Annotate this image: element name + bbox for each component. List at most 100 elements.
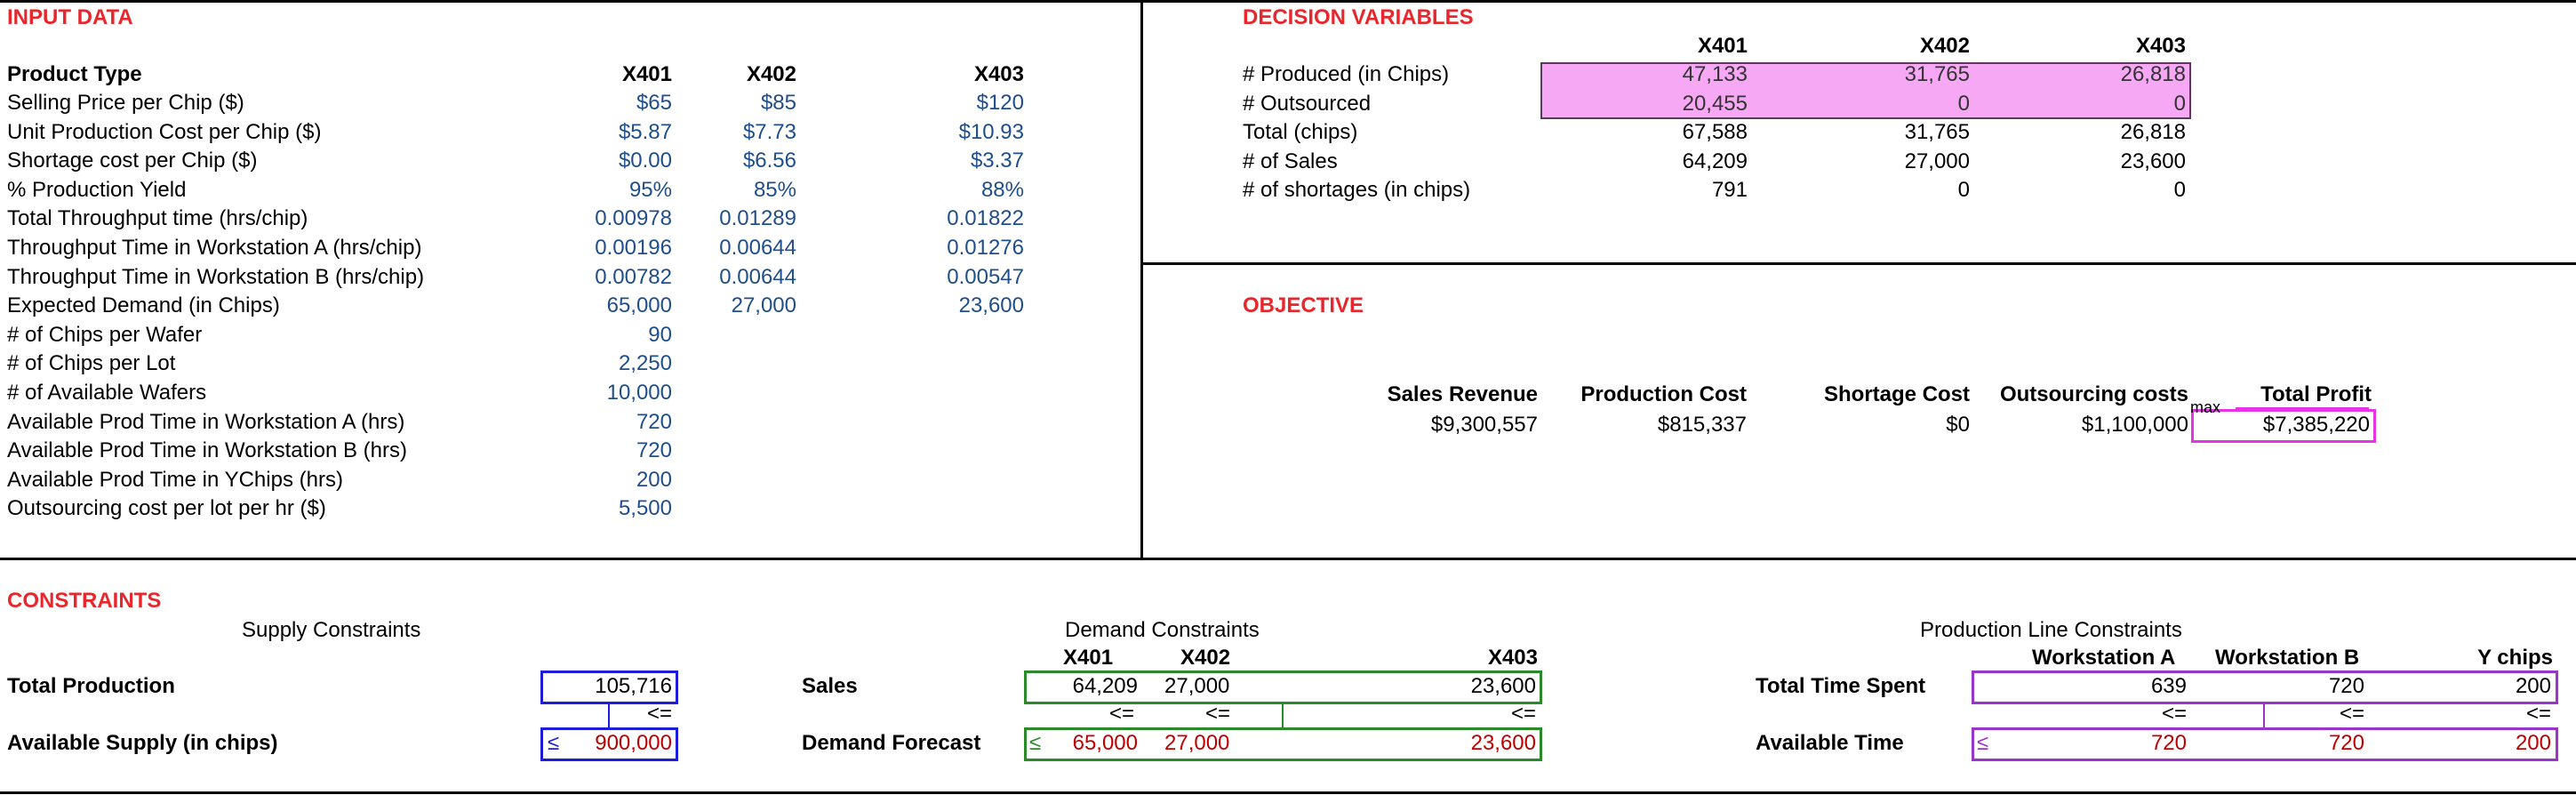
decision-row-value[interactable]: 26,818 bbox=[2092, 62, 2186, 87]
input-row-value[interactable]: 23,600 bbox=[924, 293, 1024, 318]
objective-title: OBJECTIVE bbox=[1243, 293, 1364, 317]
decision-col-x402: X402 bbox=[1919, 34, 1970, 58]
input-row-value[interactable]: 2,250 bbox=[569, 351, 672, 376]
y-chips-header: Y chips bbox=[2477, 646, 2553, 670]
supply-rhs-value: 900,000 bbox=[595, 731, 672, 755]
decision-row-label: # of Sales bbox=[1243, 149, 1338, 173]
input-row-label: Total Throughput time (hrs/chip) bbox=[7, 206, 308, 231]
input-row-label: # of Chips per Lot bbox=[7, 351, 176, 376]
input-row-value[interactable]: 0.01822 bbox=[924, 206, 1024, 231]
constraints-title: CONSTRAINTS bbox=[7, 589, 162, 613]
input-row-value[interactable]: 65,000 bbox=[569, 293, 672, 318]
sales-revenue-header: Sales Revenue bbox=[1387, 382, 1538, 406]
input-row-value[interactable]: 5,500 bbox=[569, 496, 672, 521]
decision-row-value: 31,765 bbox=[1904, 120, 1970, 145]
demand-operator-x402: <= bbox=[1205, 702, 1231, 726]
workstation-a-header: Workstation A bbox=[2032, 646, 2176, 670]
product-type-header: Product Type bbox=[7, 62, 142, 86]
input-row-value[interactable]: 0.00978 bbox=[569, 206, 672, 231]
decision-row-value: 0 bbox=[2173, 178, 2186, 203]
input-row-value[interactable]: 0.00644 bbox=[693, 236, 796, 261]
input-row-value[interactable]: 85% bbox=[693, 178, 796, 203]
decision-row-value: 26,818 bbox=[2120, 120, 2186, 145]
decision-row-value[interactable]: 47,133 bbox=[1653, 62, 1748, 87]
sales-revenue-value: $9,300,557 bbox=[1430, 413, 1538, 437]
supply-constraints-title: Supply Constraints bbox=[242, 618, 421, 642]
input-row-value[interactable]: 720 bbox=[569, 438, 672, 463]
decision-row-label: Total (chips) bbox=[1243, 120, 1358, 145]
input-row-value[interactable]: $3.37 bbox=[924, 149, 1024, 173]
input-row-value[interactable]: 0.01289 bbox=[693, 206, 796, 231]
decision-row-label: # of shortages (in chips) bbox=[1243, 178, 1471, 203]
decision-row-value: 67,588 bbox=[1682, 120, 1748, 145]
input-row-value[interactable]: $6.56 bbox=[693, 149, 796, 173]
input-row-value[interactable]: 0.00644 bbox=[693, 265, 796, 290]
input-row-label: Throughput Time in Workstation A (hrs/ch… bbox=[7, 236, 422, 260]
input-row-value[interactable]: $65 bbox=[569, 91, 672, 116]
available-supply-label: Available Supply (in chips) bbox=[7, 731, 278, 755]
decision-row-value: 23,600 bbox=[2120, 149, 2186, 173]
outsourcing-costs-value: $1,100,000 bbox=[2081, 413, 2188, 437]
top-border bbox=[0, 0, 2576, 3]
input-row-label: Available Prod Time in Workstation A (hr… bbox=[7, 409, 405, 434]
input-row-value[interactable]: 0.00782 bbox=[569, 265, 672, 290]
input-row-label: Throughput Time in Workstation B (hrs/ch… bbox=[7, 264, 425, 289]
input-row-value[interactable]: 0.00196 bbox=[569, 236, 672, 261]
decision-row-value[interactable]: 0 bbox=[1876, 92, 1970, 116]
demand-connector bbox=[1282, 704, 1284, 727]
decision-row-value[interactable]: 20,455 bbox=[1653, 92, 1748, 116]
input-row-value[interactable]: 10,000 bbox=[569, 381, 672, 406]
demand-lhs-x403: 23,600 bbox=[1470, 674, 1536, 698]
input-row-value[interactable]: 90 bbox=[569, 323, 672, 348]
production-lhs-a: 639 bbox=[2150, 674, 2187, 698]
demand-operator-x401: <= bbox=[1109, 702, 1135, 726]
decision-variables-title: DECISION VARIABLES bbox=[1243, 5, 1474, 29]
input-row-value[interactable]: $120 bbox=[924, 91, 1024, 116]
bottom-border bbox=[0, 791, 2576, 794]
demand-col-x402: X402 bbox=[1180, 646, 1231, 670]
decision-col-x401: X401 bbox=[1697, 34, 1748, 58]
input-row-label: % Production Yield bbox=[7, 177, 187, 202]
decision-row-value[interactable]: 31,765 bbox=[1876, 62, 1970, 87]
decision-row-value: 64,209 bbox=[1682, 149, 1748, 173]
demand-rhs-x402: 27,000 bbox=[1164, 731, 1230, 755]
production-operator-y: <= bbox=[2525, 702, 2551, 726]
decision-row-label: # Outsourced bbox=[1243, 91, 1372, 116]
input-row-value[interactable]: 27,000 bbox=[693, 293, 796, 318]
input-row-value[interactable]: $10.93 bbox=[924, 120, 1024, 145]
shortage-cost-header: Shortage Cost bbox=[1823, 382, 1970, 406]
decision-row-value[interactable]: 0 bbox=[2092, 92, 2186, 116]
production-rhs-b: 720 bbox=[2328, 731, 2364, 755]
total-time-spent-label: Total Time Spent bbox=[1756, 674, 1926, 698]
input-row-value[interactable]: 720 bbox=[569, 410, 672, 435]
demand-col-x403: X403 bbox=[1487, 646, 1538, 670]
input-row-value[interactable]: $0.00 bbox=[569, 149, 672, 173]
input-row-label: Available Prod Time in Workstation B (hr… bbox=[7, 438, 407, 463]
shortage-cost-value: $0 bbox=[1946, 413, 1970, 437]
constraints-top-border bbox=[0, 558, 2576, 560]
input-decision-divider bbox=[1140, 0, 1143, 558]
outsourcing-costs-header: Outsourcing costs bbox=[1999, 382, 2188, 406]
demand-lhs-x402: 27,000 bbox=[1164, 674, 1230, 698]
supply-lhs-value: 105,716 bbox=[595, 674, 672, 698]
input-row-value[interactable]: 95% bbox=[569, 178, 672, 203]
demand-col-x401: X401 bbox=[1063, 646, 1114, 670]
decision-row-label: # Produced (in Chips) bbox=[1243, 62, 1450, 86]
input-row-value[interactable]: 200 bbox=[569, 468, 672, 493]
input-row-value[interactable]: $7.73 bbox=[693, 120, 796, 145]
total-production-label: Total Production bbox=[7, 674, 175, 698]
production-lhs-y: 200 bbox=[2515, 674, 2551, 698]
input-row-value[interactable]: 0.01276 bbox=[924, 236, 1024, 261]
input-row-value[interactable]: 0.00547 bbox=[924, 265, 1024, 290]
decision-col-x403: X403 bbox=[2135, 34, 2186, 58]
input-data-title: INPUT DATA bbox=[7, 5, 133, 29]
demand-forecast-label: Demand Forecast bbox=[802, 731, 981, 755]
input-row-value[interactable]: $85 bbox=[693, 91, 796, 116]
input-row-value[interactable]: $5.87 bbox=[569, 120, 672, 145]
input-row-label: # of Chips per Wafer bbox=[7, 322, 203, 347]
production-lhs-b: 720 bbox=[2328, 674, 2364, 698]
available-time-label: Available Time bbox=[1756, 731, 1904, 755]
decision-row-value: 0 bbox=[1957, 178, 1970, 203]
sales-label: Sales bbox=[802, 674, 858, 698]
input-row-value[interactable]: 88% bbox=[924, 178, 1024, 203]
